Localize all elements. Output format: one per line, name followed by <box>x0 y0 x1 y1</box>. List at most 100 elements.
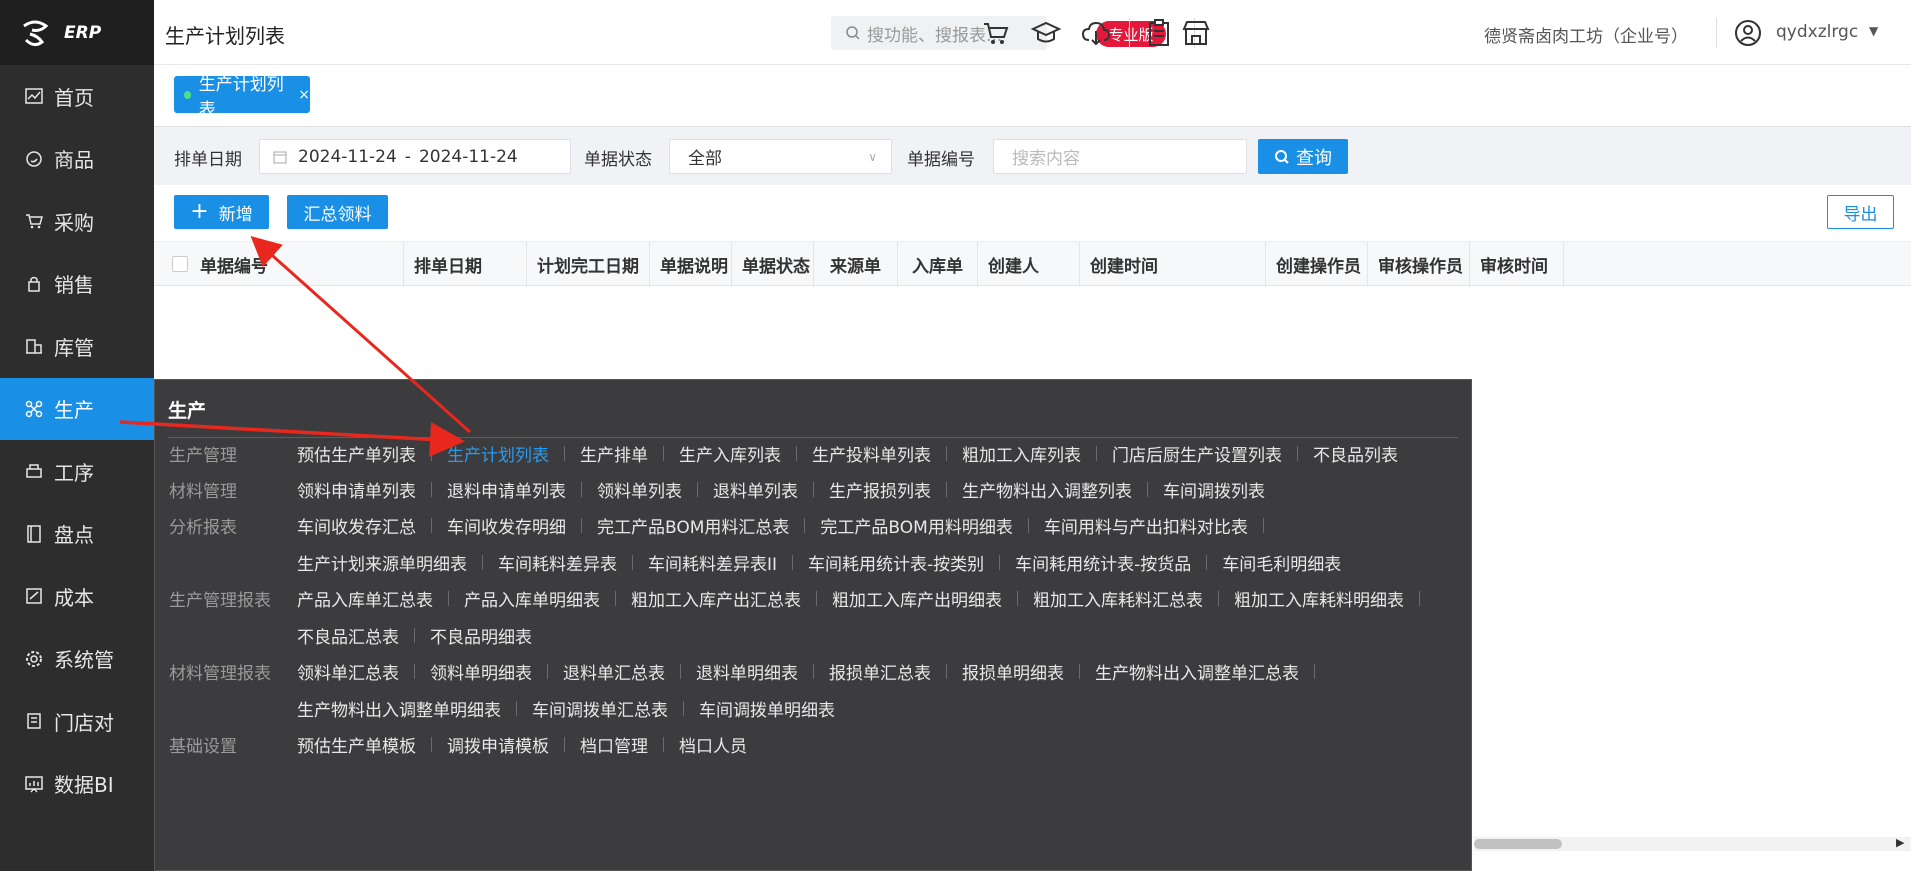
column-header[interactable]: 单据说明 <box>650 242 732 287</box>
menu-link[interactable]: 车间用料与产出扣料对比表 <box>1044 513 1248 538</box>
close-icon[interactable]: × <box>298 87 310 103</box>
column-header[interactable]: 创建人 <box>978 242 1080 287</box>
date-range-picker[interactable]: 2024-11-24 - 2024-11-24 <box>259 139 571 174</box>
menu-link[interactable]: 生产排单 <box>580 441 648 466</box>
menu-separator <box>1297 445 1298 461</box>
search-input[interactable]: 搜功能、搜报表... <box>831 16 1047 50</box>
menu-link[interactable]: 车间收发存汇总 <box>297 513 416 538</box>
sidebar-item-process[interactable]: 工序 <box>0 440 154 503</box>
column-header[interactable]: 计划完工日期 <box>527 242 650 287</box>
menu-link[interactable]: 退料单汇总表 <box>563 659 665 684</box>
menu-link[interactable]: 报损单汇总表 <box>829 659 931 684</box>
menu-separator <box>414 627 415 643</box>
graduation-cap-icon[interactable] <box>1030 17 1062 49</box>
column-header[interactable]: 单据状态 <box>732 242 814 287</box>
sidebar-item-cost[interactable]: 成本 <box>0 565 154 628</box>
menu-link[interactable]: 调拨申请模板 <box>447 732 549 757</box>
menu-link[interactable]: 车间耗用统计表-按货品 <box>1015 550 1191 575</box>
user-avatar-icon[interactable] <box>1732 17 1764 49</box>
menu-link[interactable]: 车间耗料差异表 <box>498 550 617 575</box>
menu-link[interactable]: 完工产品BOM用料汇总表 <box>597 513 789 538</box>
menu-link[interactable]: 粗加工入库耗料明细表 <box>1234 586 1404 611</box>
menu-link[interactable]: 生产投料单列表 <box>812 441 931 466</box>
menu-link[interactable]: 生产物料出入调整单汇总表 <box>1095 659 1299 684</box>
menu-link[interactable]: 车间收发存明细 <box>447 513 566 538</box>
status-select[interactable]: 全部 ∨ <box>669 139 892 174</box>
column-header[interactable]: 入库单 <box>898 242 978 287</box>
menu-link[interactable]: 生产物料出入调整单明细表 <box>297 696 501 721</box>
company-name[interactable]: 德贤斋卤肉工坊（企业号） <box>1484 22 1688 47</box>
column-header[interactable]: 审核操作员 <box>1368 242 1470 287</box>
export-button[interactable]: 导出 <box>1827 195 1894 229</box>
menu-link[interactable]: 生产入库列表 <box>679 441 781 466</box>
menu-link[interactable]: 预估生产单模板 <box>297 732 416 757</box>
menu-link[interactable]: 不良品汇总表 <box>297 623 399 648</box>
menu-separator <box>1206 554 1208 570</box>
menu-link[interactable]: 车间调拨单汇总表 <box>532 696 668 721</box>
app-logo[interactable]: ERP <box>0 0 154 65</box>
clipboard-icon[interactable] <box>1143 17 1175 49</box>
scroll-right-icon[interactable]: ▶ <box>1896 836 1904 849</box>
menu-link[interactable]: 档口管理 <box>580 732 648 757</box>
select-all-checkbox[interactable] <box>172 256 188 272</box>
menu-link[interactable]: 粗加工入库产出汇总表 <box>631 586 801 611</box>
sidebar-item-settings[interactable]: 系统管 <box>0 628 154 691</box>
menu-link[interactable]: 车间调拨列表 <box>1163 477 1265 502</box>
menu-link[interactable]: 退料单明细表 <box>696 659 798 684</box>
query-button[interactable]: 查询 <box>1258 139 1348 174</box>
menu-link[interactable]: 车间耗用统计表-按类别 <box>808 550 984 575</box>
summary-picking-button[interactable]: 汇总领料 <box>287 195 388 229</box>
menu-link[interactable]: 生产物料出入调整列表 <box>962 477 1132 502</box>
menu-link[interactable]: 领料申请单列表 <box>297 477 416 502</box>
menu-link[interactable]: 领料单明细表 <box>430 659 532 684</box>
sidebar-item-goods[interactable]: 商品 <box>0 128 154 191</box>
sidebar-item-warehouse[interactable]: 库管 <box>0 315 154 378</box>
menu-link[interactable]: 报损单明细表 <box>962 659 1064 684</box>
menu-link[interactable]: 粗加工入库列表 <box>962 441 1081 466</box>
column-header[interactable]: 单据编号 <box>190 242 404 287</box>
sidebar-item-store[interactable]: 门店对 <box>0 690 154 753</box>
menu-link[interactable]: 领料单汇总表 <box>297 659 399 684</box>
sidebar-item-sales[interactable]: 销售 <box>0 253 154 316</box>
sidebar-item-chart[interactable]: 数据BI <box>0 753 154 816</box>
tab-production-plan[interactable]: 生产计划列表 × <box>174 75 310 120</box>
column-header[interactable]: 审核时间 <box>1470 242 1564 287</box>
menu-link[interactable]: 不良品列表 <box>1313 441 1398 466</box>
menu-link[interactable]: 生产计划列表 <box>447 441 549 466</box>
menu-link[interactable]: 生产报损列表 <box>829 477 931 502</box>
menu-link[interactable]: 退料单列表 <box>713 477 798 502</box>
menu-link[interactable]: 领料单列表 <box>597 477 682 502</box>
menu-link[interactable]: 粗加工入库耗料汇总表 <box>1033 586 1203 611</box>
column-header[interactable]: 创建操作员 <box>1266 242 1368 287</box>
menu-link[interactable]: 产品入库单明细表 <box>464 586 600 611</box>
code-search-input[interactable]: 搜索内容 <box>993 139 1247 174</box>
sidebar-item-dashboard[interactable]: 首页 <box>0 65 154 128</box>
column-header[interactable]: 排单日期 <box>404 242 527 287</box>
menu-link[interactable]: 产品入库单汇总表 <box>297 586 433 611</box>
sidebar-item-production[interactable]: 生产 <box>0 377 154 440</box>
menu-link[interactable]: 档口人员 <box>679 732 747 757</box>
menu-category: 分析报表 <box>169 517 237 538</box>
username[interactable]: qydxzlrgc <box>1776 22 1858 42</box>
add-button[interactable]: + 新增 <box>174 195 269 229</box>
menu-link[interactable]: 预估生产单列表 <box>297 441 416 466</box>
menu-link[interactable]: 门店后厨生产设置列表 <box>1112 441 1282 466</box>
menu-link[interactable]: 车间耗料差异表II <box>648 550 777 575</box>
shopping-cart-icon[interactable] <box>980 17 1012 49</box>
menu-link[interactable]: 生产计划来源单明细表 <box>297 550 467 575</box>
menu-link[interactable]: 完工产品BOM用料明细表 <box>820 513 1012 538</box>
menu-link[interactable]: 车间毛利明细表 <box>1222 550 1341 575</box>
caret-down-icon[interactable]: ▼ <box>1869 24 1878 38</box>
column-header[interactable]: 创建时间 <box>1080 242 1266 287</box>
scrollbar-thumb[interactable] <box>1474 839 1562 849</box>
sidebar-item-cart[interactable]: 采购 <box>0 190 154 253</box>
column-header[interactable]: 来源单 <box>814 242 898 287</box>
cloud-download-icon[interactable] <box>1080 17 1112 49</box>
sidebar-item-inventory[interactable]: 盘点 <box>0 503 154 566</box>
menu-link[interactable]: 车间调拨单明细表 <box>699 696 835 721</box>
menu-links: 车间收发存汇总 车间收发存明细 完工产品BOM用料汇总表 完工产品BOM用料明细表 车间… <box>297 513 1279 538</box>
menu-link[interactable]: 退料申请单列表 <box>447 477 566 502</box>
menu-link[interactable]: 不良品明细表 <box>430 623 532 648</box>
menu-link[interactable]: 粗加工入库产出明细表 <box>832 586 1002 611</box>
store-icon <box>27 713 41 729</box>
